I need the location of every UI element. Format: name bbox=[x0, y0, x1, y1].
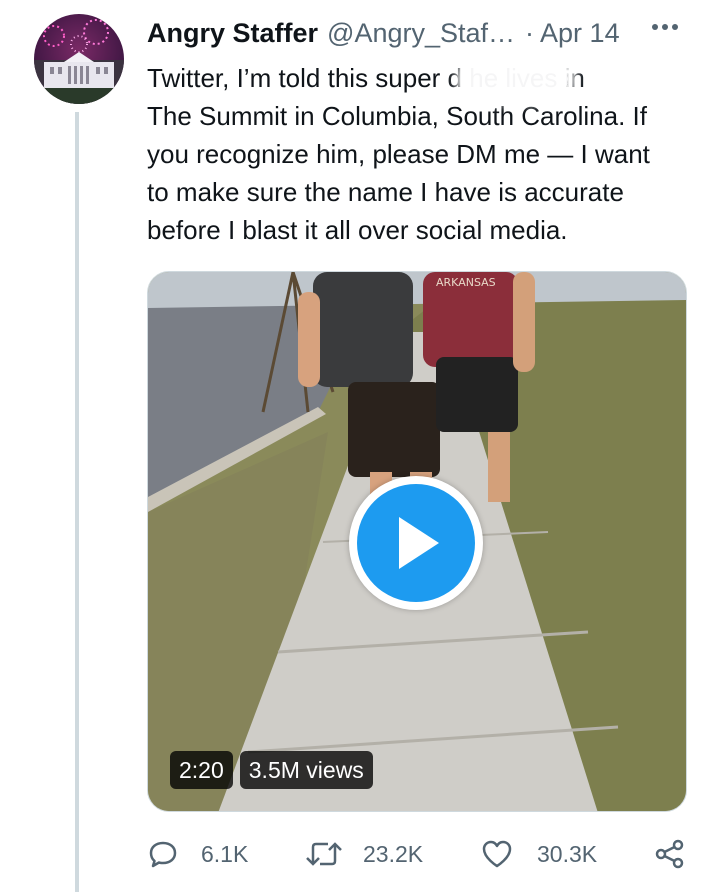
action-bar: 6.1K 23.2K 30.3K bbox=[147, 834, 707, 874]
reply-count: 6.1K bbox=[201, 840, 249, 867]
like-icon bbox=[482, 840, 512, 868]
reply-button[interactable]: 6.1K bbox=[147, 834, 248, 874]
reply-icon bbox=[149, 841, 177, 868]
display-name[interactable]: Angry Staffer bbox=[147, 18, 318, 49]
more-icon[interactable] bbox=[652, 24, 678, 30]
retweet-count: 23.2K bbox=[363, 840, 424, 867]
view-count: 3.5M views bbox=[239, 751, 373, 789]
retweet-button[interactable]: 23.2K bbox=[305, 834, 423, 874]
tweet-header: Angry Staffer @Angry_Staf… · Apr 14 bbox=[147, 16, 707, 50]
shirt-text: ARKANSAS bbox=[436, 276, 496, 289]
play-button[interactable] bbox=[349, 476, 483, 610]
avatar[interactable] bbox=[34, 14, 124, 104]
separator-dot: · bbox=[525, 17, 535, 48]
share-button[interactable] bbox=[654, 834, 686, 874]
play-icon bbox=[357, 484, 475, 602]
like-button[interactable]: 30.3K bbox=[481, 834, 597, 874]
share-icon bbox=[655, 839, 684, 869]
like-count: 30.3K bbox=[537, 840, 598, 867]
retweet-icon bbox=[306, 842, 342, 866]
redaction-blur bbox=[464, 62, 568, 96]
video-badges: 2:20 3.5M views bbox=[170, 751, 373, 789]
video-duration: 2:20 bbox=[170, 751, 233, 789]
tweet-date[interactable]: Apr 14 bbox=[540, 18, 620, 49]
tweet-text: Twitter, I’m told this super d he lives … bbox=[147, 63, 650, 245]
handle[interactable]: @Angry_Staf… bbox=[327, 18, 515, 49]
video-player[interactable]: ARKANSAS 2:20 3.5M views bbox=[147, 271, 687, 812]
thread-line bbox=[75, 112, 79, 892]
